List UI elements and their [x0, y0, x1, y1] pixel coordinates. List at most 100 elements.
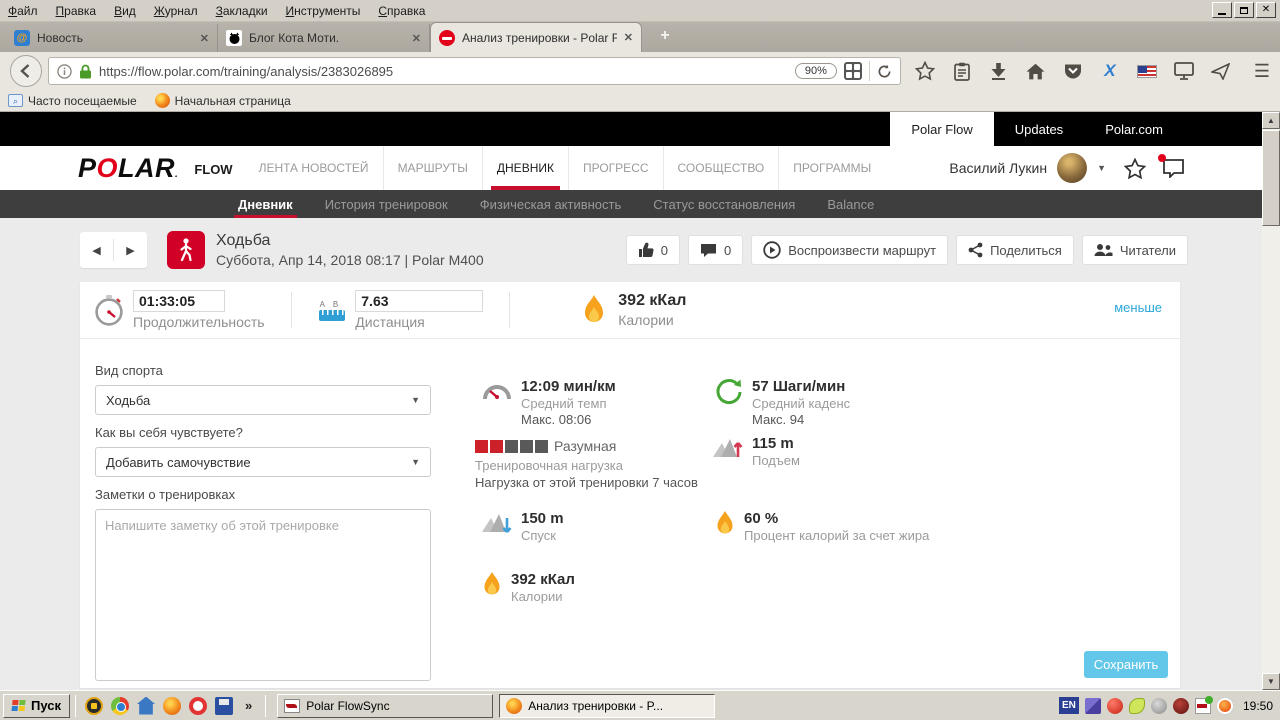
subnav-diary[interactable]: Дневник: [222, 190, 309, 218]
menu-help[interactable]: Справка: [378, 4, 425, 18]
feeling-label: Как вы себя чувствуете?: [95, 425, 243, 440]
tray-camera-icon[interactable]: [1150, 697, 1167, 714]
tray-leaf-icon[interactable]: [1128, 697, 1145, 714]
url-text[interactable]: https://flow.polar.com/training/analysis…: [99, 64, 788, 79]
tray-red-icon[interactable]: [1106, 697, 1123, 714]
top-tab-polar-flow[interactable]: Polar Flow: [890, 112, 994, 146]
clock[interactable]: 19:50: [1243, 699, 1273, 713]
followers-button[interactable]: Читатели: [1081, 235, 1188, 265]
menu-file[interactable]: Файл: [8, 4, 38, 18]
restore-button[interactable]: [1234, 2, 1254, 18]
speedometer-icon: [483, 385, 511, 400]
comment-icon: [701, 243, 717, 257]
stopwatch-icon: [95, 294, 123, 326]
subnav-balance[interactable]: Balance: [811, 190, 890, 218]
like-button[interactable]: 0: [625, 235, 681, 265]
back-button[interactable]: [10, 55, 42, 87]
distance-input[interactable]: [355, 290, 484, 312]
send-icon[interactable]: [1211, 61, 1231, 81]
tray-orange-icon[interactable]: [1216, 697, 1233, 714]
notes-textarea[interactable]: [95, 509, 431, 681]
vertical-scrollbar[interactable]: ▲ ▼: [1262, 112, 1280, 690]
tray-darkred-icon[interactable]: [1172, 697, 1189, 714]
user-name[interactable]: Василий Лукин: [949, 160, 1047, 176]
menu-tools[interactable]: Инструменты: [286, 4, 361, 18]
menu-hamburger-icon[interactable]: ☰: [1254, 61, 1270, 82]
notifications-icon[interactable]: [1158, 154, 1185, 178]
start-button[interactable]: Пуск: [3, 693, 70, 718]
tab-blog[interactable]: Блог Кота Моти. ✕: [218, 24, 430, 52]
tab-news[interactable]: @ Новость ✕: [6, 24, 218, 52]
nav-feed[interactable]: ЛЕНТА НОВОСТЕЙ: [245, 146, 383, 190]
less-link[interactable]: меньше: [1114, 300, 1162, 315]
tab-close-icon[interactable]: ✕: [200, 32, 209, 45]
info-icon[interactable]: [57, 63, 72, 79]
nav-progress[interactable]: ПРОГРЕСС: [567, 146, 663, 190]
favorite-star-icon[interactable]: [1124, 157, 1146, 179]
task-polar-flowsync[interactable]: Polar FlowSync: [277, 693, 494, 718]
tray-flowsync-icon[interactable]: [1194, 695, 1213, 714]
scroll-up-icon[interactable]: ▲: [1262, 112, 1280, 129]
menu-history[interactable]: Журнал: [154, 4, 198, 18]
downloads-icon[interactable]: [989, 61, 1009, 81]
new-tab-button[interactable]: +: [652, 26, 678, 48]
subnav-activity[interactable]: Физическая активность: [464, 190, 638, 218]
bookmark-star-icon[interactable]: [914, 61, 935, 81]
https-lock-icon[interactable]: [79, 64, 92, 79]
home-icon[interactable]: [1026, 61, 1046, 81]
comments-button[interactable]: 0: [688, 235, 744, 265]
firefox-icon[interactable]: [163, 696, 181, 715]
next-session-button[interactable]: ▶: [114, 244, 147, 257]
menu-view[interactable]: Вид: [114, 4, 136, 18]
opera-icon[interactable]: [189, 696, 207, 715]
container-grid-icon[interactable]: [843, 62, 862, 80]
nav-diary[interactable]: ДНЕВНИК: [481, 146, 568, 190]
scrollbar-thumb[interactable]: [1262, 130, 1280, 226]
share-button[interactable]: Поделиться: [956, 235, 1074, 265]
task-firefox-analysis[interactable]: Анализ тренировки - P...: [499, 693, 716, 718]
close-button[interactable]: ✕: [1256, 2, 1276, 18]
address-bar[interactable]: https://flow.polar.com/training/analysis…: [48, 57, 901, 85]
us-flag-icon[interactable]: [1136, 64, 1157, 78]
sport-select[interactable]: Ходьба ▼: [95, 385, 431, 415]
save-button[interactable]: Сохранить: [1084, 651, 1168, 678]
tab-polar-active[interactable]: Анализ тренировки - Polar F... ✕: [430, 22, 642, 52]
nav-routes[interactable]: МАРШРУТЫ: [382, 146, 482, 190]
feeling-select[interactable]: Добавить самочувствие ▼: [95, 447, 431, 477]
pocket-icon[interactable]: [1063, 61, 1083, 81]
minimize-button[interactable]: [1212, 2, 1232, 18]
bookmark-home-page[interactable]: Начальная страница: [154, 93, 291, 108]
top-tab-updates[interactable]: Updates: [994, 112, 1084, 146]
tray-network-icon[interactable]: [1084, 697, 1101, 714]
language-indicator[interactable]: EN: [1058, 697, 1079, 714]
replay-route-button[interactable]: Воспроизвести маршрут: [751, 235, 949, 265]
x-extension-icon[interactable]: X: [1100, 61, 1120, 81]
duration-input[interactable]: [133, 290, 225, 312]
monitor-icon[interactable]: [1173, 61, 1194, 81]
subnav-history[interactable]: История тренировок: [309, 190, 464, 218]
save-app-icon[interactable]: [215, 696, 233, 715]
avatar[interactable]: [1057, 153, 1088, 183]
quicklaunch-overflow-icon[interactable]: »: [245, 698, 252, 713]
bookmark-frequent[interactable]: ⌕ Часто посещаемые: [8, 94, 137, 108]
chevron-down-icon[interactable]: ▼: [1097, 163, 1106, 173]
nav-programs[interactable]: ПРОГРАММЫ: [778, 146, 885, 190]
nav-community[interactable]: СООБЩЕСТВО: [662, 146, 779, 190]
subnav-recovery[interactable]: Статус восстановления: [637, 190, 811, 218]
prev-session-button[interactable]: ◀: [80, 244, 113, 257]
clipboard-icon[interactable]: [952, 61, 972, 81]
tab-close-icon[interactable]: ✕: [624, 31, 633, 44]
polar-logo[interactable]: POLAR.: [78, 153, 178, 184]
training-load-stat: Разумная Тренировочная нагрузка Нагрузка…: [475, 438, 698, 490]
chrome-icon[interactable]: [111, 696, 129, 715]
scroll-down-icon[interactable]: ▼: [1262, 673, 1280, 690]
reload-icon[interactable]: [877, 64, 892, 79]
zoom-level-badge[interactable]: 90%: [794, 63, 837, 79]
notification-dot: [1158, 154, 1166, 162]
menu-edit[interactable]: Правка: [56, 4, 97, 18]
tab-close-icon[interactable]: ✕: [412, 32, 421, 45]
top-tab-polar-com[interactable]: Polar.com: [1084, 112, 1184, 146]
menu-bookmarks[interactable]: Закладки: [216, 4, 268, 18]
home-app-icon[interactable]: [137, 696, 155, 715]
quicklaunch-app-icon[interactable]: [85, 696, 103, 715]
